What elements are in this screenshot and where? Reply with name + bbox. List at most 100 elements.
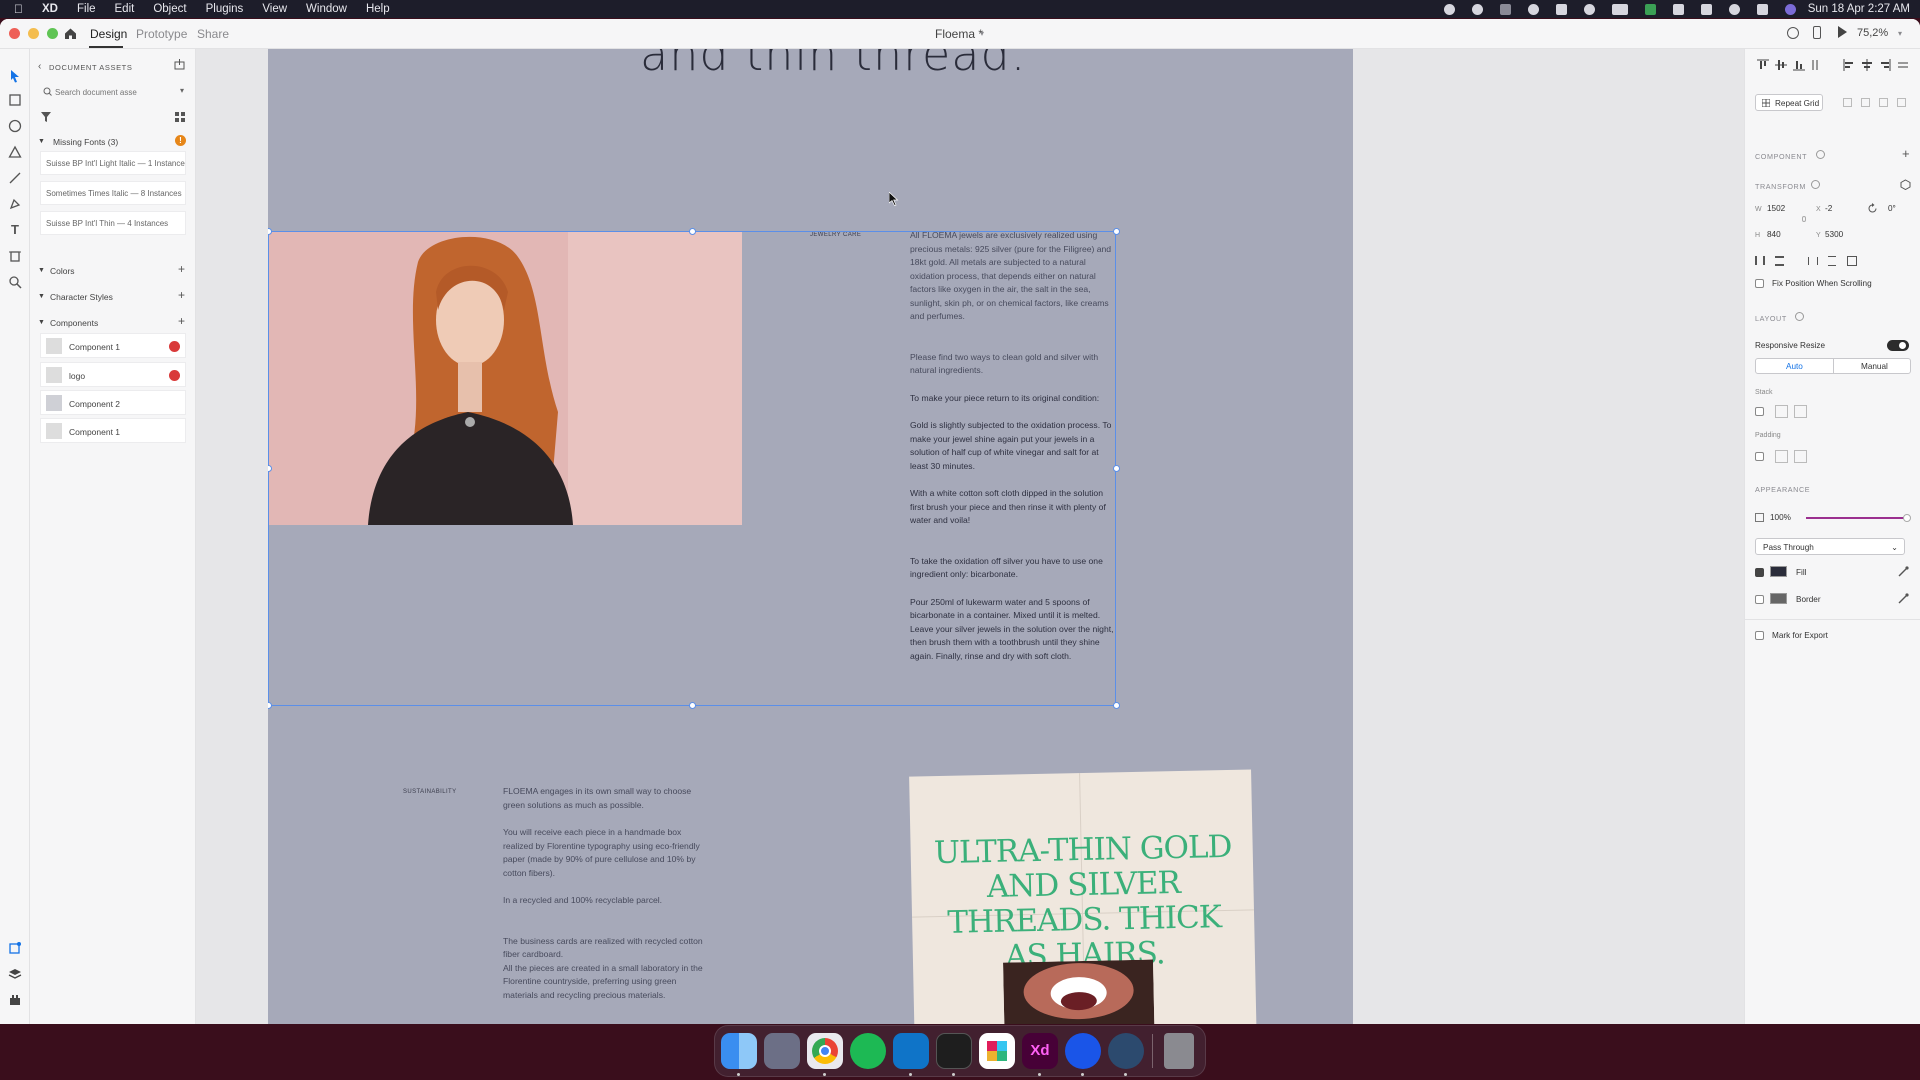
add-color-icon[interactable]: + bbox=[178, 262, 185, 276]
components-heading[interactable]: Components bbox=[50, 318, 98, 328]
add-component-plus-icon[interactable]: + bbox=[1902, 146, 1910, 161]
select-tool-icon[interactable] bbox=[8, 69, 22, 83]
character-styles-heading[interactable]: Character Styles bbox=[50, 292, 113, 302]
clock[interactable]: Sun 18 Apr 2:27 AM bbox=[1808, 3, 1910, 15]
line-tool-icon[interactable] bbox=[8, 171, 22, 185]
resize-handle[interactable] bbox=[1113, 228, 1120, 235]
document-title[interactable]: Floema * bbox=[935, 27, 983, 41]
fit-height-icon[interactable] bbox=[1828, 256, 1836, 266]
missing-fonts-heading[interactable]: Missing Fonts (3) bbox=[53, 137, 118, 147]
menu-help[interactable]: Help bbox=[366, 3, 390, 15]
border-swatch[interactable] bbox=[1770, 593, 1787, 604]
component-info-icon[interactable] bbox=[1816, 150, 1825, 159]
finder-app[interactable] bbox=[721, 1033, 757, 1069]
responsive-resize-toggle[interactable] bbox=[1887, 340, 1909, 351]
maps-app[interactable] bbox=[1065, 1033, 1101, 1069]
blend-mode-select[interactable]: Pass Through ⌄ bbox=[1755, 538, 1905, 555]
rotation-field[interactable]: 0° bbox=[1888, 204, 1896, 213]
rotate-icon[interactable] bbox=[1867, 203, 1878, 214]
apple-icon[interactable]:  bbox=[14, 2, 23, 16]
broken-link-icon[interactable] bbox=[169, 370, 180, 381]
selection-frame[interactable] bbox=[268, 231, 1116, 706]
lock-aspect-icon[interactable] bbox=[1802, 216, 1806, 222]
eyedropper-icon[interactable] bbox=[1898, 593, 1909, 604]
paragraph[interactable]: The business cards are realized with rec… bbox=[503, 935, 710, 962]
terminal-app[interactable] bbox=[936, 1033, 972, 1069]
sustainability-label[interactable]: SUSTAINABILITY bbox=[403, 789, 457, 795]
menu-app-name[interactable]: XD bbox=[42, 3, 58, 15]
tab-prototype[interactable]: Prototype bbox=[136, 27, 187, 41]
layers-icon[interactable] bbox=[8, 967, 22, 981]
creative-cloud-icon[interactable] bbox=[1499, 3, 1511, 15]
distribute-vertical-icon[interactable] bbox=[1809, 59, 1821, 71]
flip-horizontal-icon[interactable] bbox=[1755, 256, 1765, 265]
resize-handle[interactable] bbox=[689, 702, 696, 709]
height-field[interactable]: 840 bbox=[1767, 230, 1781, 239]
resize-handle[interactable] bbox=[1113, 465, 1120, 472]
eyedropper-icon[interactable] bbox=[1898, 566, 1909, 577]
component-item[interactable]: Component 1 bbox=[40, 418, 186, 443]
mark-for-export-checkbox[interactable] bbox=[1755, 631, 1764, 640]
play-icon[interactable] bbox=[1838, 26, 1847, 38]
boolean-add-icon[interactable] bbox=[1843, 98, 1852, 107]
zoom-button[interactable] bbox=[47, 28, 58, 39]
spotify-app[interactable] bbox=[850, 1033, 886, 1069]
fit-width-icon[interactable] bbox=[1808, 257, 1818, 265]
stack-vertical-icon[interactable] bbox=[1775, 405, 1788, 418]
padding-uniform-icon[interactable] bbox=[1775, 450, 1788, 463]
zoom-chevron-icon[interactable]: ▾ bbox=[1898, 29, 1902, 38]
fit-both-icon[interactable] bbox=[1847, 256, 1857, 266]
artboard-tool-icon[interactable] bbox=[8, 249, 22, 263]
boolean-intersect-icon[interactable] bbox=[1879, 98, 1888, 107]
adobe-xd-app[interactable]: Xd bbox=[1022, 1033, 1058, 1069]
slack-app[interactable] bbox=[979, 1033, 1015, 1069]
char-styles-toggle-icon[interactable]: ▼ bbox=[38, 293, 45, 300]
filter-icon[interactable] bbox=[41, 112, 51, 122]
menu-file[interactable]: File bbox=[77, 3, 96, 15]
padding-checkbox[interactable] bbox=[1755, 452, 1764, 461]
paragraph[interactable]: All the pieces are created in a small la… bbox=[503, 962, 710, 1003]
components-toggle-icon[interactable]: ▼ bbox=[38, 319, 45, 326]
align-bottom-icon[interactable] bbox=[1793, 59, 1805, 71]
distribute-horizontal-icon[interactable] bbox=[1897, 59, 1909, 71]
plugins-icon[interactable] bbox=[8, 993, 22, 1007]
vpn-icon[interactable] bbox=[1527, 3, 1539, 15]
menu-window[interactable]: Window bbox=[306, 3, 347, 15]
menu-plugins[interactable]: Plugins bbox=[206, 3, 244, 15]
wifi-icon[interactable] bbox=[1700, 3, 1712, 15]
tab-share[interactable]: Share bbox=[197, 27, 229, 41]
mobile-preview-icon[interactable] bbox=[1813, 26, 1821, 39]
missing-font-item[interactable]: Suisse BP Int'l Light Italic — 1 Instanc… bbox=[40, 151, 186, 175]
3d-transform-icon[interactable] bbox=[1900, 179, 1911, 190]
auto-button[interactable]: Auto bbox=[1786, 362, 1803, 371]
resize-handle[interactable] bbox=[1113, 702, 1120, 709]
stack-horizontal-icon[interactable] bbox=[1794, 405, 1807, 418]
align-middle-icon[interactable] bbox=[1775, 59, 1787, 71]
ellipse-tool-icon[interactable] bbox=[8, 119, 22, 133]
missing-fonts-toggle-icon[interactable]: ▼ bbox=[38, 138, 45, 145]
zoom-level[interactable]: 75,2% bbox=[1857, 27, 1888, 39]
opacity-slider[interactable] bbox=[1806, 514, 1911, 522]
close-button[interactable] bbox=[9, 28, 20, 39]
text-tool-icon[interactable]: T bbox=[8, 223, 22, 237]
chevron-down-icon[interactable]: ▾ bbox=[980, 29, 984, 38]
trash-app[interactable] bbox=[1164, 1033, 1194, 1069]
search-chevron-icon[interactable]: ▾ bbox=[180, 86, 184, 95]
rectangle-tool-icon[interactable] bbox=[8, 93, 22, 107]
add-component-icon[interactable]: + bbox=[178, 314, 185, 328]
play-status-icon[interactable] bbox=[1583, 3, 1595, 15]
opacity-value[interactable]: 100% bbox=[1770, 513, 1791, 522]
align-top-icon[interactable] bbox=[1757, 59, 1769, 71]
manual-button[interactable]: Manual bbox=[1861, 362, 1888, 371]
colors-toggle-icon[interactable]: ▼ bbox=[38, 267, 45, 274]
stack-checkbox[interactable] bbox=[1755, 407, 1764, 416]
component-item[interactable]: Component 1 bbox=[40, 333, 186, 358]
zoom-tool-icon[interactable] bbox=[8, 275, 22, 289]
menu-edit[interactable]: Edit bbox=[115, 3, 135, 15]
paragraph[interactable]: FLOEMA engages in its own small way to c… bbox=[503, 785, 710, 812]
layout-info-icon[interactable] bbox=[1795, 312, 1804, 321]
transform-info-icon[interactable] bbox=[1811, 180, 1820, 189]
resize-handle[interactable] bbox=[689, 228, 696, 235]
align-left-icon[interactable] bbox=[1843, 59, 1855, 71]
component-item[interactable]: logo bbox=[40, 362, 186, 387]
